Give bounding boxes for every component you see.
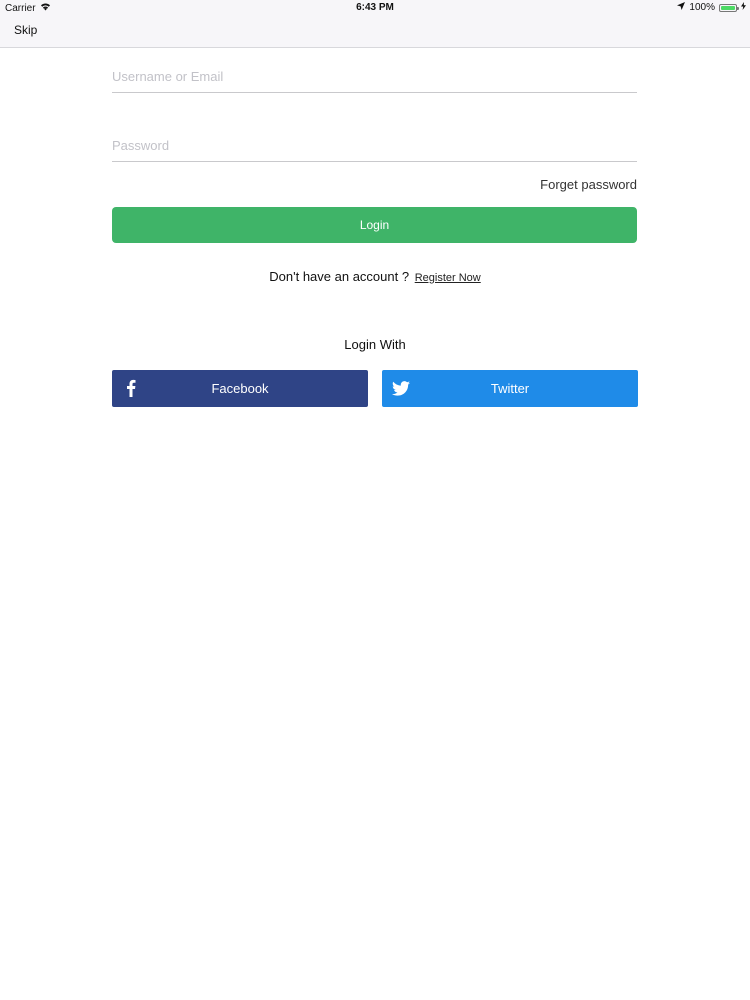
battery-icon [719,3,739,12]
battery-percent: 100% [689,2,715,13]
twitter-label: Twitter [490,381,530,396]
facebook-login-button[interactable]: Facebook [112,370,368,407]
navigation-bar: Skip [0,15,750,48]
register-prompt: Don't have an account ? [269,269,410,284]
skip-button[interactable]: Skip [14,23,37,37]
forget-password-link[interactable]: Forget password [540,177,637,192]
twitter-login-button[interactable]: Twitter [382,370,638,407]
facebook-icon [122,379,140,397]
register-row: Don't have an account ? Register Now [0,269,750,284]
battery-fill [721,5,735,10]
location-arrow-icon [677,2,686,13]
login-button-label: Login [359,218,390,232]
facebook-label: Facebook [211,381,269,396]
status-bar: Carrier 6:43 PM 100% [0,0,750,15]
login-button[interactable]: Login [112,207,637,243]
twitter-icon [392,379,410,397]
status-right: 100% [677,2,746,13]
register-now-link[interactable]: Register Now [415,272,481,284]
username-field [112,62,637,93]
charging-bolt-icon [741,2,746,13]
username-input[interactable] [112,62,637,90]
status-time: 6:43 PM [356,2,394,13]
password-input[interactable] [112,131,637,159]
password-field [112,131,637,162]
login-with-heading: Login With [344,337,406,352]
